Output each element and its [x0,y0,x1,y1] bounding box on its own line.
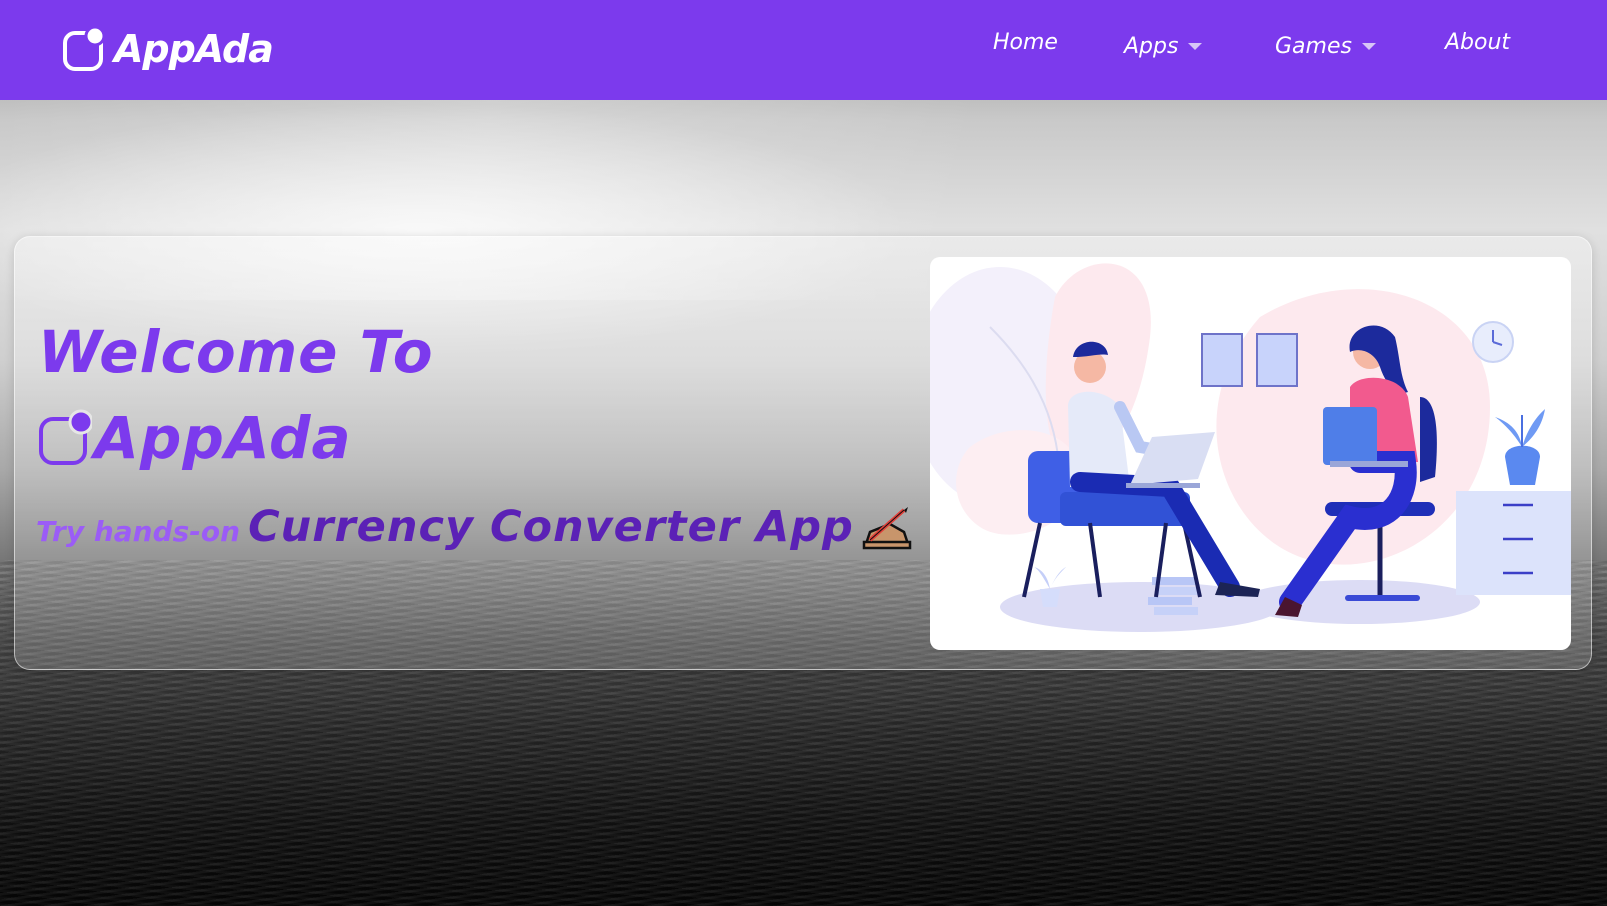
nav-home[interactable]: Home [993,30,1058,55]
nav-apps-label: Apps [1124,34,1179,59]
chevron-down-icon [1361,43,1376,50]
illustration-svg [930,263,1571,632]
nav-about[interactable]: About [1445,30,1510,55]
nav-games-label: Games [1275,34,1352,59]
writing-hand-icon [862,507,912,550]
appada-logo-icon [39,409,92,465]
navbar: AppAda Home Apps Games About [0,0,1607,100]
hero-brand: AppAda [38,404,352,472]
appada-logo-icon [63,26,106,71]
currency-converter-link[interactable]: Currency Converter App [248,502,854,552]
hero-brand-name: AppAda [94,404,352,472]
hero-welcome-heading: Welcome To [38,318,434,386]
hero-tagline: Try hands-on Currency Converter App [36,502,912,552]
office-meeting-illustration [930,257,1571,650]
tagline-prefix: Try hands-on [36,515,241,548]
nav-apps-dropdown[interactable]: Apps [1124,34,1203,59]
nav-about-label: About [1445,30,1511,55]
brand-link[interactable]: AppAda [62,24,274,74]
brand-name: AppAda [114,27,274,71]
nav-games-dropdown[interactable]: Games [1275,34,1376,59]
chevron-down-icon [1188,43,1203,50]
nav-home-label: Home [993,30,1058,55]
